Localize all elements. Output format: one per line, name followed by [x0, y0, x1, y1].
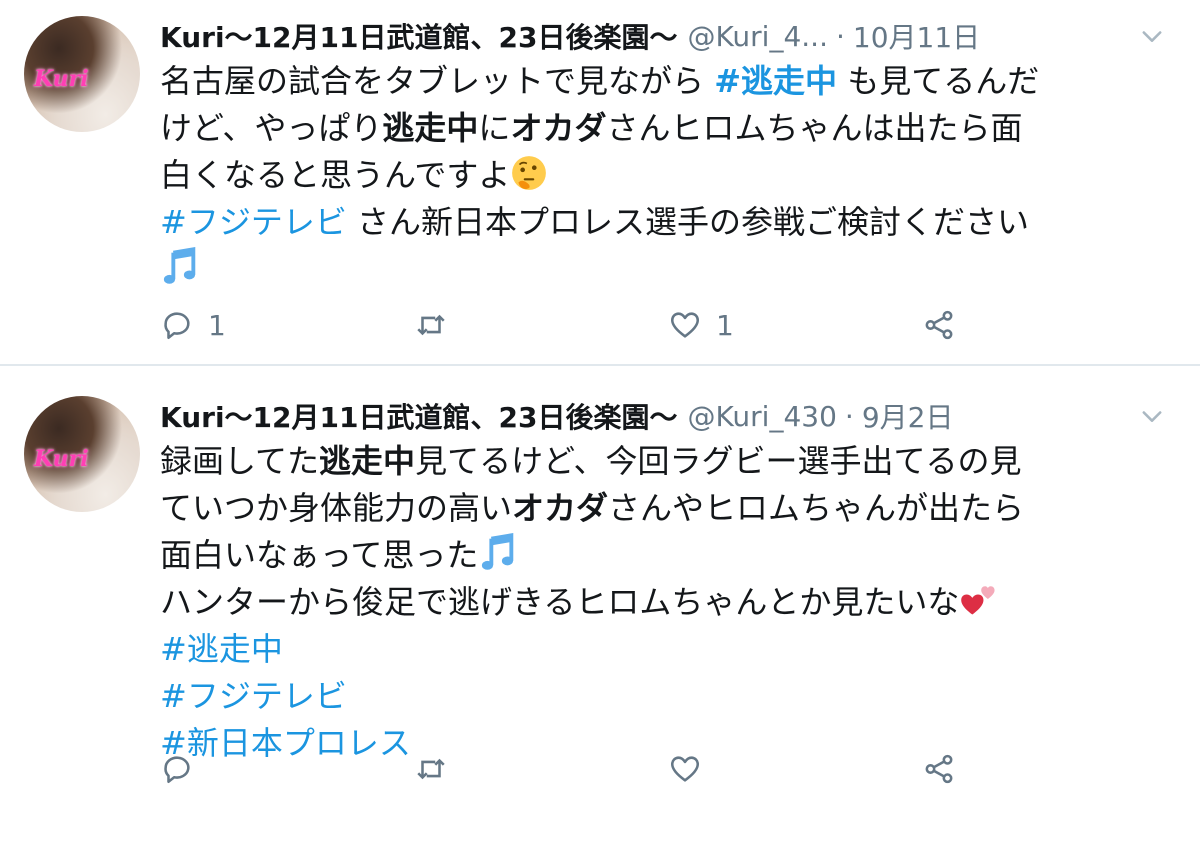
retweet-icon [417, 314, 445, 336]
tweet-date[interactable]: 9月2日 [862, 396, 954, 436]
text-line: #フジテレビ [160, 673, 1160, 720]
reply-icon [164, 312, 190, 340]
text-line: #逃走中 [160, 626, 1160, 673]
tweet-text: 名古屋の試合をタブレットで見ながら #逃走中 も見てるんだ けど、やっぱり逃走中… [160, 58, 1160, 293]
like-icon [670, 312, 700, 338]
text-line: ハンターから俊足で逃げきるヒロムちゃんとか見たいな [160, 579, 1160, 626]
like-button[interactable]: 1 [668, 308, 734, 342]
tweet-actions: 1 1 [160, 308, 980, 348]
share-icon [925, 754, 953, 784]
chevron-down-icon[interactable] [1138, 402, 1166, 430]
highlighted-term: 逃走中 [382, 109, 479, 147]
like-button[interactable] [668, 752, 716, 786]
reply-count: 1 [208, 308, 226, 342]
avatar[interactable]: Kuri [24, 396, 140, 512]
share-icon [925, 310, 953, 340]
text-line: 録画してた逃走中見てるけど、今回ラグビー選手出てるの見 [160, 442, 1022, 480]
text-line [160, 246, 1160, 293]
tweet-header: Kuri～12月11日武道館、23日後楽園～ @Kuri_4... · 10月1… [160, 14, 1180, 58]
tweet-text: 録画してた逃走中見てるけど、今回ラグビー選手出てるの見 ていつか身体能力の高いオ… [160, 438, 1160, 767]
avatar-logo: Kuri [34, 66, 89, 92]
display-name[interactable]: Kuri～12月11日武道館、23日後楽園～ [160, 16, 677, 56]
display-name[interactable]: Kuri～12月11日武道館、23日後楽園～ [160, 396, 677, 436]
highlighted-term: オカダ [512, 489, 609, 527]
hashtag-link[interactable]: #フジテレビ [160, 203, 347, 241]
retweet-button[interactable] [414, 308, 462, 342]
two-hearts-emoji [961, 586, 995, 615]
tweet-date[interactable]: 10月11日 [853, 16, 980, 56]
avatar-logo: Kuri [34, 446, 89, 472]
share-button[interactable] [922, 752, 956, 786]
separator: · [835, 19, 845, 53]
share-button[interactable] [922, 308, 956, 342]
text-line: 名古屋の試合をタブレットで見ながら #逃走中 も見てるんだ [160, 62, 1040, 100]
reply-button[interactable]: 1 [160, 308, 226, 342]
avatar[interactable]: Kuri [24, 16, 140, 132]
music-note-emoji [482, 533, 514, 570]
text-line: けど、やっぱり逃走中にオカダさんヒロムちゃんは出たら面 [160, 109, 1023, 147]
user-handle[interactable]: @Kuri_4... [687, 20, 828, 53]
reply-icon [164, 756, 190, 784]
tweet-1[interactable]: Kuri Kuri～12月11日武道館、23日後楽園～ @Kuri_4... ·… [0, 0, 1200, 366]
user-handle[interactable]: @Kuri_430 [687, 400, 836, 433]
retweet-button[interactable] [414, 752, 462, 786]
chevron-down-icon[interactable] [1138, 22, 1166, 50]
hashtag-link[interactable]: #逃走中 [160, 630, 283, 668]
highlighted-term: 逃走中 [319, 442, 416, 480]
music-note-emoji [163, 247, 196, 284]
reply-button[interactable] [160, 752, 208, 786]
tweet-actions [160, 752, 980, 792]
retweet-icon [417, 758, 445, 780]
text-line: 白くなると思うんですよ [160, 152, 1160, 199]
highlighted-term: オカダ [510, 109, 607, 147]
text-line: ていつか身体能力の高いオカダさんやヒロムちゃんが出たら [160, 489, 1025, 527]
like-count: 1 [716, 308, 734, 342]
like-icon [670, 756, 700, 782]
tweet-2[interactable]: Kuri Kuri～12月11日武道館、23日後楽園～ @Kuri_430 · … [0, 366, 1200, 848]
hashtag-link[interactable]: #逃走中 [714, 62, 837, 100]
tweet-header: Kuri～12月11日武道館、23日後楽園～ @Kuri_430 · 9月2日 [160, 394, 1180, 438]
thinking-face-emoji [512, 156, 547, 190]
hashtag-link[interactable]: #フジテレビ [160, 677, 347, 715]
text-line: 面白いなぁって思った [160, 532, 1160, 579]
text-line: #フジテレビ さん新日本プロレス選手の参戦ご検討ください [160, 203, 1030, 241]
separator: · [844, 399, 854, 433]
